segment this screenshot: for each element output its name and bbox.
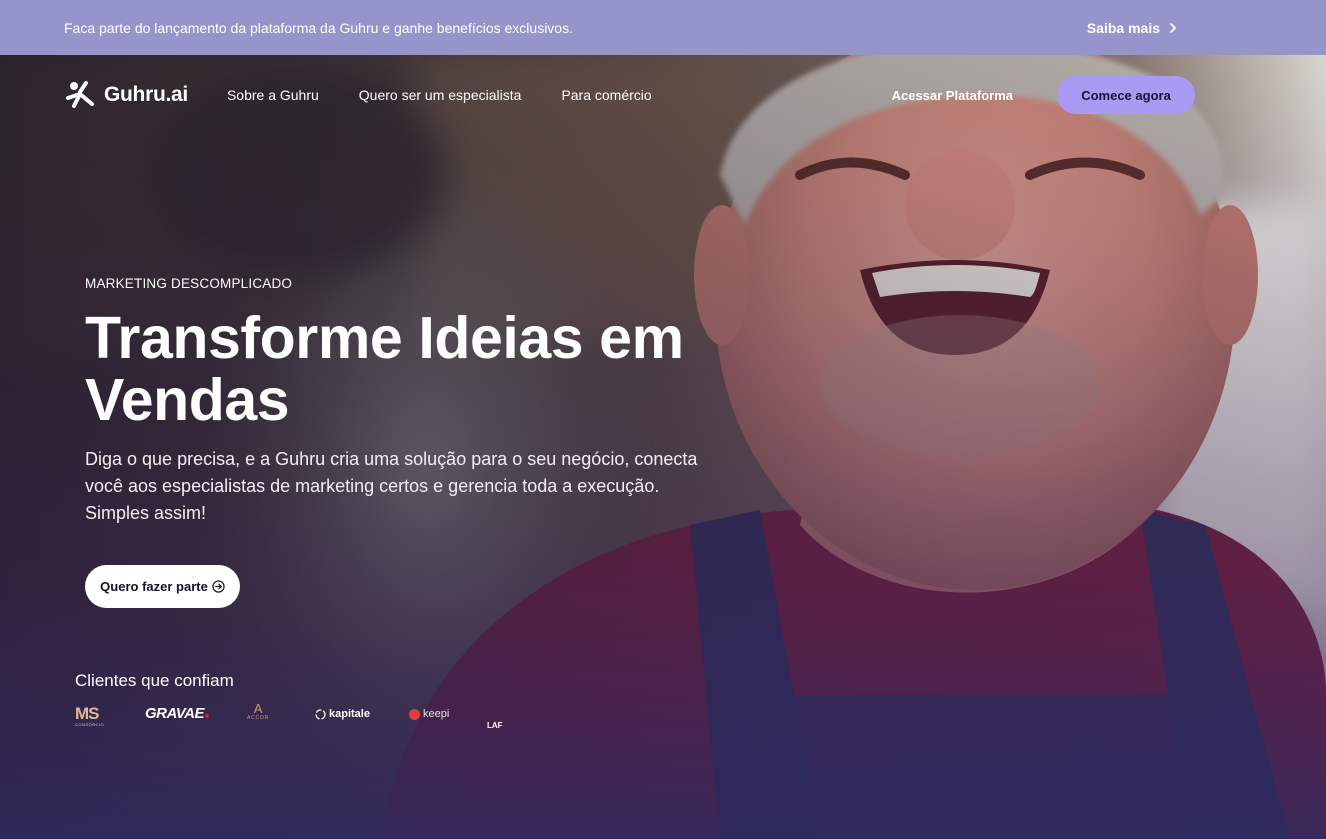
client-logo-kapitale: kapitale bbox=[315, 708, 370, 720]
hero-subheadline: Diga o que precisa, e a Guhru cria uma s… bbox=[85, 449, 698, 523]
client-logo-gravae: GRAVAE bbox=[145, 705, 209, 723]
client-logo-ms: MS CONSÓRCIO bbox=[75, 705, 104, 727]
client-logo-ms-name: MS bbox=[75, 704, 100, 723]
logo-text: Guhru.ai bbox=[104, 83, 188, 106]
client-logo-accor-mark: A bbox=[253, 701, 263, 716]
start-now-button[interactable]: Comece agora bbox=[1057, 76, 1195, 114]
client-logo-ms-sub: CONSÓRCIO bbox=[75, 722, 105, 727]
saiba-mais-link[interactable]: Saiba mais bbox=[1087, 20, 1178, 36]
nav-link-especialista[interactable]: Quero ser um especialista bbox=[359, 87, 522, 103]
nav-link-sobre[interactable]: Sobre a Guhru bbox=[227, 87, 319, 103]
arrow-right-circle-icon bbox=[212, 580, 225, 593]
hero-headline: Transforme Ideias em Vendas bbox=[85, 305, 684, 433]
client-logo-accor-sub: ACCOR bbox=[247, 715, 270, 721]
nav-links: Sobre a Guhru Quero ser um especialista … bbox=[227, 87, 652, 103]
join-button[interactable]: Quero fazer parte bbox=[85, 565, 240, 608]
announcement-bar: Faca parte do lançamento da plataforma d… bbox=[0, 0, 1326, 55]
join-button-label: Quero fazer parte bbox=[100, 579, 208, 594]
hero-eyebrow: MARKETING DESCOMPLICADO bbox=[85, 276, 293, 291]
client-logo-laf: LAF bbox=[487, 715, 503, 733]
kapitale-icon bbox=[315, 708, 326, 720]
client-logo-gravae-name: GRAVAE bbox=[145, 705, 204, 722]
client-logo-keepi-name: keepi bbox=[423, 708, 450, 720]
chevron-right-icon bbox=[1170, 22, 1176, 33]
saiba-mais-label: Saiba mais bbox=[1086, 19, 1160, 36]
main-nav: Guhru.ai Sobre a Guhru Quero ser um espe… bbox=[0, 55, 1326, 135]
access-platform-link[interactable]: Acessar Plataforma bbox=[892, 88, 1013, 103]
nav-link-comercio[interactable]: Para comércio bbox=[561, 87, 651, 103]
clients-section: Clientes que confiam MS CONSÓRCIO GRAVAE… bbox=[75, 671, 503, 730]
guhru-logo-icon bbox=[66, 81, 94, 108]
nav-actions: Acessar Plataforma Comece agora bbox=[892, 76, 1195, 114]
announcement-text: Faca parte do lançamento da plataforma d… bbox=[64, 19, 573, 36]
client-logo-laf-name: LAF bbox=[487, 721, 503, 730]
clients-title: Clientes que confiam bbox=[75, 671, 234, 690]
hero-content: MARKETING DESCOMPLICADO Transforme Ideia… bbox=[85, 276, 765, 608]
guhru-logo[interactable]: Guhru.ai bbox=[64, 80, 188, 110]
client-logo-kapitale-name: kapitale bbox=[329, 708, 370, 720]
client-logo-keepi: keepi bbox=[409, 708, 449, 720]
client-logo-accor: A ACCOR bbox=[247, 702, 269, 721]
keepi-dot-icon bbox=[409, 708, 420, 720]
client-logo-gravae-dot bbox=[204, 714, 209, 718]
client-logos: MS CONSÓRCIO GRAVAE A ACCOR kapitale kee… bbox=[75, 702, 535, 745]
